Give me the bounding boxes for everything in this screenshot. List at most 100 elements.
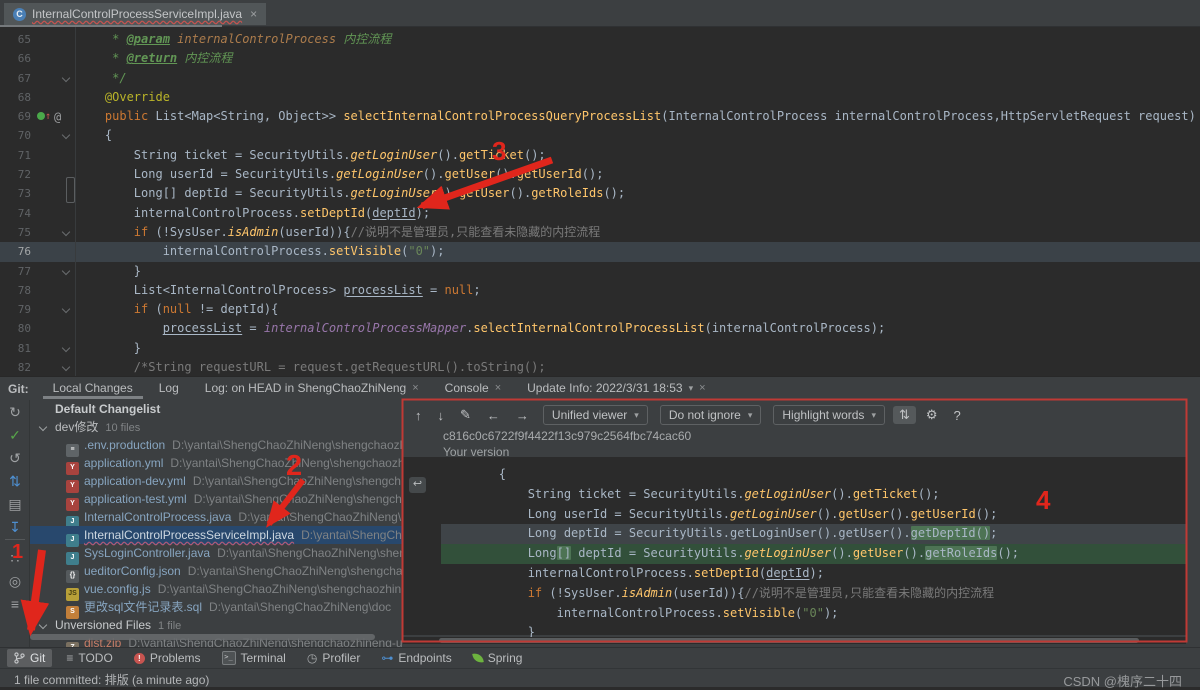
file-row-ueditorConfig.json[interactable]: {} ueditorConfig.json D:\yantai\ShengChaoZ… <box>30 562 403 583</box>
editor-line-67[interactable]: 67 */ <box>0 69 1200 88</box>
tool-window-button-endpoints[interactable]: ⊶ Endpoints <box>374 649 458 667</box>
expand-all-icon[interactable]: ≡ <box>0 596 30 612</box>
editor-line-81[interactable]: 81 } <box>0 339 1200 358</box>
diff-line[interactable]: Long userId = SecurityUtils.getLoginUser… <box>441 505 1186 525</box>
chevron-down-icon[interactable] <box>38 422 48 432</box>
editor-line-69[interactable]: 69 ↑ @ public List<Map<String, Object>> se… <box>0 107 1200 126</box>
git-tab-update-info-2022-3-31-18-53[interactable]: Update Info: 2022/3/31 18:53 ▾ × <box>517 378 715 399</box>
code-token: (). <box>903 546 926 561</box>
editor-line-78[interactable]: 78 List<InternalControlProcess> processL… <box>0 281 1200 300</box>
unshelve-icon[interactable]: ↧ <box>0 519 30 536</box>
file-row-.env.production[interactable]: ≡ .env.production D:\yantai\ShengChaoZhiNe… <box>30 436 403 457</box>
diff-dropdown-highlight-words[interactable]: Highlight words ▾ <box>773 405 885 425</box>
prev-change-icon[interactable]: ↑ <box>409 407 428 424</box>
tool-window-button-todo[interactable]: ≡ TODO <box>59 649 119 667</box>
show-diff-icon[interactable]: ▤ <box>0 496 30 513</box>
file-row-vue.config.js[interactable]: JS vue.config.js D:\yantai\ShengChaoZhiNen… <box>30 580 403 601</box>
edit-icon[interactable]: ✎ <box>454 406 477 424</box>
tool-window-button-spring[interactable]: Spring <box>466 649 530 667</box>
code-token: deptId <box>766 565 810 580</box>
next-change-icon[interactable]: ↓ <box>432 407 451 424</box>
code-text: String ticket = SecurityUtils.getLoginUs… <box>76 146 546 165</box>
file-row--sql-.sql[interactable]: S 更改sql文件记录表.sql D:\yantai\ShengChaoZhiNen… <box>30 598 403 619</box>
diff-line[interactable]: { <box>441 465 1186 485</box>
tool-window-button-problems[interactable]: ! Problems <box>127 649 208 667</box>
tab-close-icon[interactable]: × <box>412 382 418 394</box>
gutter-icons <box>37 281 73 300</box>
dropdown-arrow-icon[interactable]: ▾ <box>689 383 694 394</box>
tool-window-button-terminal[interactable]: >_ Terminal <box>215 649 293 667</box>
diff-line[interactable]: if (!SysUser.isAdmin(userId)){//说明不是管理员,… <box>441 584 1186 604</box>
editor-line-80[interactable]: 80 processList = internalControlProcessM… <box>0 319 1200 338</box>
diff-line[interactable]: internalControlProcess.setDeptId(deptId)… <box>441 564 1186 584</box>
chevron-down-icon[interactable] <box>38 620 48 630</box>
help-icon[interactable]: ? <box>948 407 967 424</box>
editor-line-75[interactable]: 75 if (!SysUser.isAdmin(userId)){//说明不是管… <box>0 223 1200 242</box>
diff-dropdown-do-not-ignore[interactable]: Do not ignore ▾ <box>659 405 762 425</box>
editor-line-76[interactable]: 76 internalControlProcess.setVisible("0"… <box>0 242 1200 262</box>
tree-horizontal-scrollbar[interactable] <box>30 634 375 640</box>
file-row-SysLoginController.java[interactable]: J SysLoginController.java D:\yantai\ShengC… <box>30 544 403 565</box>
commit-check-icon[interactable]: ✓ <box>0 427 30 444</box>
preview-icon[interactable]: ◎ <box>0 573 30 590</box>
diff-line-old[interactable]: Long deptId = SecurityUtils.getLoginUser… <box>441 524 1186 545</box>
editor-line-79[interactable]: 79 if (null != deptId){ <box>0 300 1200 319</box>
diff-line[interactable]: internalControlProcess.setVisible("0"); <box>441 604 1186 624</box>
fold-chevron-icon[interactable] <box>61 131 71 140</box>
collapse-unchanged-icon[interactable]: ⇅ <box>892 406 916 424</box>
diff-line-new[interactable]: Long[] deptId = SecurityUtils.getLoginUs… <box>441 544 1186 564</box>
editor-line-72[interactable]: 72 Long userId = SecurityUtils.getLoginU… <box>0 165 1200 184</box>
editor-line-70[interactable]: 70 { <box>0 126 1200 145</box>
tab-close-icon[interactable]: × <box>250 7 257 21</box>
editor-line-66[interactable]: 66 * @return 内控流程 <box>0 49 1200 68</box>
shelve-icon[interactable]: ⇅ <box>0 473 30 490</box>
file-row-InternalControlProcessServiceImpl.java[interactable]: J InternalControlProcessServiceImpl.java D… <box>30 526 403 547</box>
settings-gear-icon[interactable]: ⚙ <box>920 406 944 424</box>
editor-tab[interactable]: C InternalControlProcessServiceImpl.java… <box>4 3 267 25</box>
git-tab-local-changes[interactable]: Local Changes <box>42 378 143 399</box>
changes-tree[interactable]: Default Changelist dev修改 10 files ≡ .env.pro… <box>30 400 403 648</box>
override-marker-icon[interactable] <box>37 112 45 121</box>
git-tab-log-on-head-in-shengchaozhinen[interactable]: Log: on HEAD in ShengChaoZhiNeng × <box>195 378 429 399</box>
code-editor[interactable]: 65 * @param internalControlProcess 内控流程 6… <box>0 27 1200 376</box>
branch-icon <box>14 652 25 664</box>
code-token: ); <box>415 205 431 220</box>
problems-icon: ! <box>133 652 145 664</box>
tool-window-button-profiler[interactable]: ◷ Profiler <box>300 649 368 667</box>
editor-line-82[interactable]: 82 /*String requestURL = request.getRequ… <box>0 358 1200 377</box>
editor-line-74[interactable]: 74 internalControlProcess.setDeptId(dept… <box>0 204 1200 223</box>
fold-chevron-icon[interactable] <box>61 73 71 82</box>
diff-horizontal-scrollbar[interactable] <box>439 638 1139 643</box>
file-row-InternalControlProcess.java[interactable]: J InternalControlProcess.java D:\yantai\Sh… <box>30 508 403 529</box>
file-row-application-test.yml[interactable]: Yapplication-test.yml D:\yantai\ShengChao… <box>30 490 403 511</box>
diff-line[interactable]: String ticket = SecurityUtils.getLoginUs… <box>441 485 1186 505</box>
editor-line-73[interactable]: 73 Long[] deptId = SecurityUtils.getLogi… <box>0 184 1200 203</box>
refresh-icon[interactable]: ↻ <box>0 404 30 421</box>
unversioned-files-header[interactable]: Unversioned Files 1 file <box>30 616 403 634</box>
diff-dropdown-unified-viewer[interactable]: Unified viewer ▾ <box>542 405 648 425</box>
git-tab-log[interactable]: Log <box>149 378 189 399</box>
fold-chevron-icon[interactable] <box>61 266 71 275</box>
file-row-application.yml[interactable]: Yapplication.yml D:\yantai\ShengChaoZhiNe… <box>30 454 403 475</box>
tool-window-button-git[interactable]: Git <box>7 649 53 667</box>
fold-chevron-icon[interactable] <box>61 227 71 237</box>
editor-line-77[interactable]: 77 } <box>0 262 1200 281</box>
fold-chevron-icon[interactable] <box>61 362 71 372</box>
next-file-icon[interactable]: → <box>510 407 535 424</box>
diff-code-area[interactable]: { String ticket = SecurityUtils.getLogin… <box>403 457 1186 639</box>
rollback-icon[interactable]: ↺ <box>0 450 30 467</box>
editor-line-71[interactable]: 71 String ticket = SecurityUtils.getLogi… <box>0 146 1200 165</box>
group-by-icon[interactable]: ∷ <box>0 550 30 567</box>
git-tab-console[interactable]: Console × <box>435 378 511 399</box>
tab-close-icon[interactable]: × <box>495 382 501 394</box>
tab-close-icon[interactable]: × <box>699 382 705 394</box>
fold-chevron-icon[interactable] <box>61 304 71 314</box>
prev-file-icon[interactable]: ← <box>481 407 506 424</box>
fold-chevron-icon[interactable] <box>61 343 71 352</box>
revert-change-icon[interactable]: ↩ <box>409 477 426 493</box>
editor-line-68[interactable]: 68 @Override <box>0 88 1200 107</box>
group-row-dev[interactable]: dev修改 10 files <box>30 418 403 436</box>
file-row-application-dev.yml[interactable]: Yapplication-dev.yml D:\yantai\ShengChaoZ… <box>30 472 403 493</box>
editor-line-65[interactable]: 65 * @param internalControlProcess 内控流程 <box>0 30 1200 49</box>
changelist-header[interactable]: Default Changelist <box>30 400 403 418</box>
